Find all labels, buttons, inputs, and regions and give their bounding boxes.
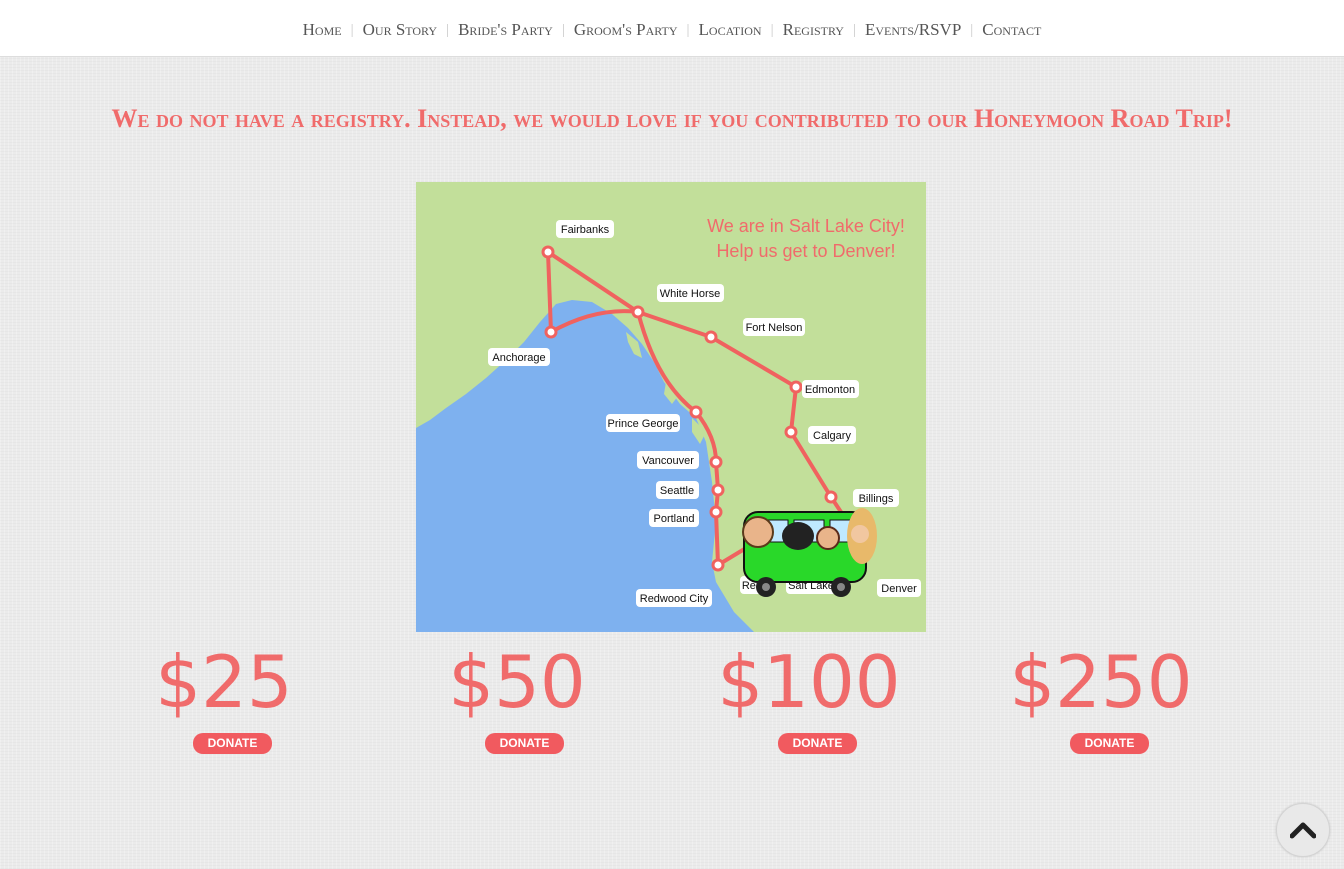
header-bar: Home | Our Story | Bride's Party | Groom… [0,0,1344,57]
nav-brides-party[interactable]: Bride's Party [449,20,562,40]
label-calgary: Calgary [813,430,851,442]
label-fort-nelson: Fort Nelson [746,322,803,334]
label-prince-george: Prince George [608,418,679,430]
main-nav: Home | Our Story | Bride's Party | Groom… [0,20,1344,40]
donate-button-25[interactable]: DONATE [193,733,272,754]
nav-grooms-party[interactable]: Groom's Party [565,20,687,40]
label-edmonton: Edmonton [805,384,855,396]
scroll-to-top-button[interactable] [1276,803,1330,857]
map-callout-line2: Help us get to Denver! [716,241,895,261]
donate-button-100[interactable]: DONATE [778,733,857,754]
nav-our-story[interactable]: Our Story [354,20,446,40]
donate-button-50[interactable]: DONATE [485,733,564,754]
map-graphic: We are in Salt Lake City! Help us get to… [416,182,926,632]
donation-amount-25: $25 [155,640,293,724]
label-seattle: Seattle [660,485,694,497]
donation-amount-100: $100 [717,640,901,724]
nav-contact[interactable]: Contact [973,20,1050,40]
nav-events-rsvp[interactable]: Events/RSVP [856,20,970,40]
label-fairbanks: Fairbanks [561,224,610,236]
nav-home[interactable]: Home [294,20,351,40]
chevron-up-icon [1290,822,1316,839]
road-trip-map: We are in Salt Lake City! Help us get to… [416,182,926,632]
registry-headline: We do not have a registry. Instead, we w… [111,104,1233,133]
label-billings: Billings [859,493,894,505]
label-anchorage: Anchorage [492,352,545,364]
label-denver: Denver [881,583,917,595]
donation-amount-250: $250 [1009,640,1193,724]
label-redwood-city: Redwood City [640,593,709,605]
label-white-horse: White Horse [660,288,721,300]
label-vancouver: Vancouver [642,455,694,467]
donate-button-250[interactable]: DONATE [1070,733,1149,754]
map-callout-line1: We are in Salt Lake City! [707,216,905,236]
donation-amount-50: $50 [448,640,586,724]
label-portland: Portland [654,513,695,525]
nav-registry[interactable]: Registry [774,20,853,40]
nav-location[interactable]: Location [690,20,771,40]
